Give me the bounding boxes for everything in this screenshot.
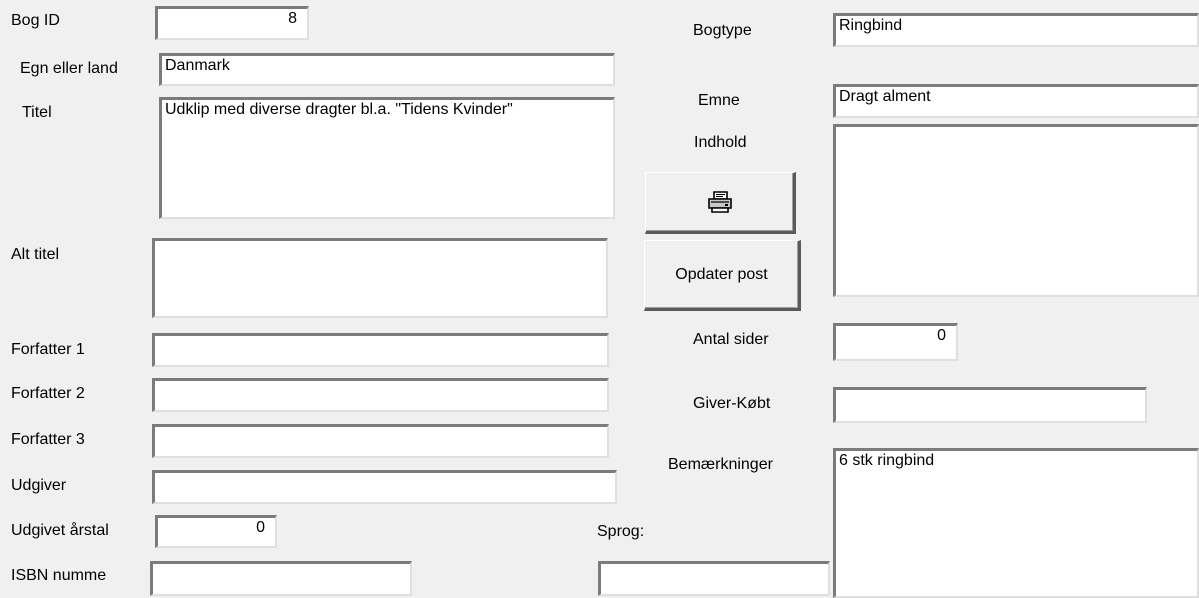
indhold-label: Indhold [694,134,747,151]
forfatter2-field[interactable] [152,378,609,412]
egn-field[interactable]: Danmark [159,53,615,86]
printer-icon [707,191,732,213]
forfatter3-field[interactable] [152,424,609,458]
forfatter1-label: Forfatter 1 [11,341,85,358]
forfatter2-label: Forfatter 2 [11,385,85,402]
giver-koebt-label: Giver-Købt [693,395,771,412]
emne-field[interactable]: Dragt alment [833,84,1199,118]
udgivet-aarstal-label: Udgivet årstal [11,522,109,539]
isbn-field[interactable] [150,561,412,596]
forfatter1-field[interactable] [152,333,609,367]
bemaerkninger-field[interactable]: 6 stk ringbind [833,448,1199,598]
antal-sider-label: Antal sider [693,331,769,348]
alt-titel-label: Alt titel [11,246,60,263]
sprog-label: Sprog: [597,523,645,540]
alt-titel-field[interactable] [152,238,608,318]
bog-id-label: Bog ID [11,12,60,29]
udgivet-aarstal-field[interactable]: 0 [155,515,277,548]
opdater-post-button[interactable]: Opdater post [644,240,801,311]
titel-label: Titel [22,104,52,121]
bogtype-field[interactable]: Ringbind [833,13,1199,47]
titel-field[interactable]: Udklip med diverse dragter bl.a. "Tidens… [159,97,615,219]
bemaerkninger-label: Bemærkninger [668,456,773,473]
indhold-field[interactable] [833,124,1199,297]
print-button[interactable] [645,172,796,234]
bog-id-field[interactable]: 8 [155,6,309,40]
giver-koebt-field[interactable] [833,387,1147,423]
bogtype-label: Bogtype [693,22,752,39]
udgiver-label: Udgiver [11,477,67,494]
isbn-label: ISBN numme [11,567,107,584]
sprog-field[interactable] [598,561,830,596]
forfatter3-label: Forfatter 3 [11,431,85,448]
udgiver-field[interactable] [152,470,617,504]
egn-label: Egn eller land [20,60,118,77]
emne-label: Emne [698,92,740,109]
antal-sider-field[interactable]: 0 [833,323,958,361]
